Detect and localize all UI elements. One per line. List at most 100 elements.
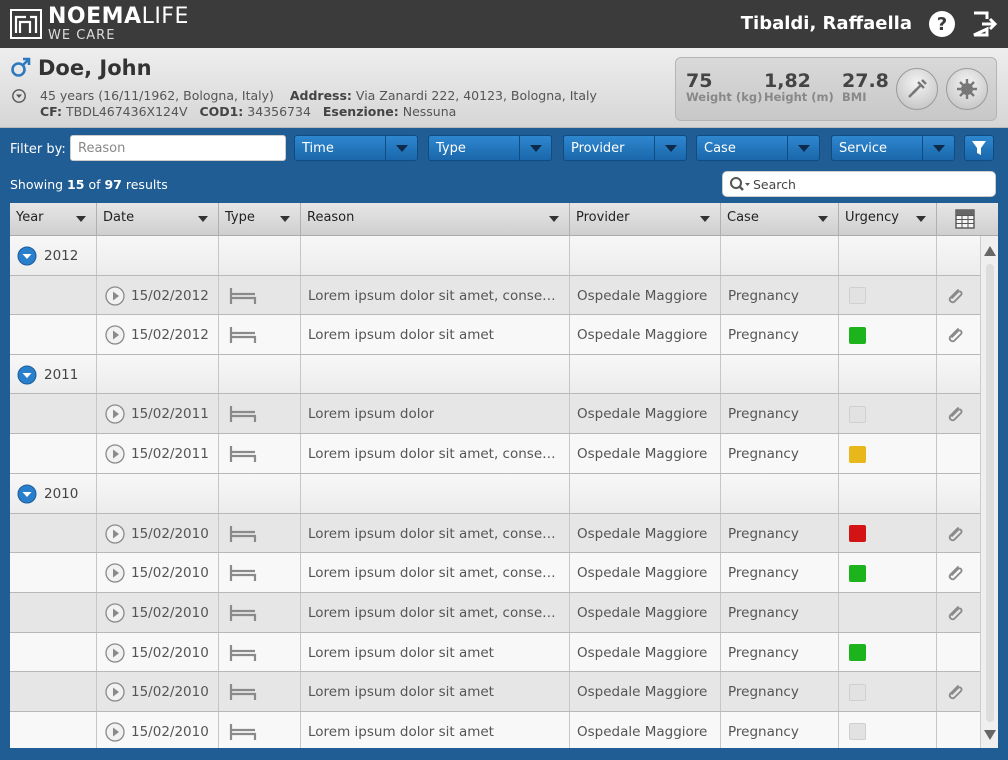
bed-icon xyxy=(229,288,257,304)
bed-icon xyxy=(229,724,257,740)
table-cell xyxy=(721,355,839,393)
table-cell xyxy=(839,236,937,275)
chevron-down-icon[interactable] xyxy=(17,246,37,266)
play-icon[interactable] xyxy=(105,524,125,544)
paperclip-icon[interactable] xyxy=(945,286,965,306)
cf-label: CF: xyxy=(40,104,63,119)
sort-arrow-icon xyxy=(549,216,559,222)
provider-dropdown[interactable]: Provider xyxy=(563,135,687,161)
search-input[interactable] xyxy=(753,175,989,193)
play-icon[interactable] xyxy=(105,444,125,464)
patient-cod1: 34356734 xyxy=(247,104,311,119)
provider-value: Ospedale Maggiore xyxy=(577,288,708,304)
table-row[interactable]: 15/02/2010 Lorem ipsum dolor sit amet Ospe… xyxy=(10,672,980,712)
bed-icon xyxy=(229,645,257,661)
time-dropdown[interactable]: Time xyxy=(294,135,418,161)
play-icon[interactable] xyxy=(105,325,125,345)
paperclip-icon[interactable] xyxy=(945,325,965,345)
provider-value: Ospedale Maggiore xyxy=(577,406,708,422)
paperclip-icon[interactable] xyxy=(945,682,965,702)
urgency-indicator xyxy=(849,287,866,304)
table-cell xyxy=(839,315,937,354)
user-name[interactable]: Tibaldi, Raffaella xyxy=(741,13,912,34)
logout-icon[interactable] xyxy=(970,10,998,38)
table-row[interactable]: 15/02/2010 Lorem ipsum dolor sit amet, co… xyxy=(10,593,980,633)
search-box[interactable] xyxy=(722,171,996,197)
table-row[interactable]: 15/02/2012 Lorem ipsum dolor sit amet, co… xyxy=(10,276,980,315)
column-header-provider[interactable]: Provider xyxy=(570,203,721,236)
table-row[interactable]: 15/02/2010 Lorem ipsum dolor sit amet, co… xyxy=(10,514,980,553)
column-header-date[interactable]: Date xyxy=(97,203,219,236)
table-row[interactable]: 15/02/2012 Lorem ipsum dolor sit amet Ospe… xyxy=(10,315,980,355)
scroll-down-icon[interactable] xyxy=(983,728,997,742)
table-cell xyxy=(10,276,97,314)
vertical-scrollbar[interactable] xyxy=(980,236,998,748)
table-cell xyxy=(219,236,301,275)
help-icon[interactable]: ? xyxy=(928,10,956,38)
reason-value: Lorem ipsum dolor sit amet xyxy=(308,684,494,700)
reason-value: Lorem ipsum dolor sit amet xyxy=(308,724,494,740)
allergy-button[interactable] xyxy=(946,68,988,110)
paperclip-icon[interactable] xyxy=(945,524,965,544)
column-chooser-button[interactable] xyxy=(937,203,998,236)
table-cell xyxy=(10,712,97,748)
play-icon[interactable] xyxy=(105,643,125,663)
chevron-down-icon xyxy=(922,136,954,160)
bed-icon xyxy=(229,327,257,343)
column-header-reason[interactable]: Reason xyxy=(301,203,570,236)
play-icon[interactable] xyxy=(105,722,125,742)
paperclip-icon[interactable] xyxy=(945,563,965,583)
column-header-year[interactable]: Year xyxy=(10,203,97,236)
scrollbar-thumb[interactable] xyxy=(986,264,994,722)
patient-esenzione: Nessuna xyxy=(402,104,457,119)
reason-filter-input[interactable] xyxy=(70,135,286,161)
chevron-down-icon[interactable] xyxy=(17,484,37,504)
play-icon[interactable] xyxy=(105,603,125,623)
paperclip-icon[interactable] xyxy=(945,404,965,424)
date-value: 15/02/2011 xyxy=(131,406,209,422)
vital-bmi: 27.8 BMI xyxy=(842,70,889,104)
play-icon[interactable] xyxy=(105,404,125,424)
chevron-down-icon[interactable] xyxy=(12,89,26,103)
chevron-down-icon[interactable] xyxy=(17,365,37,385)
paperclip-icon[interactable] xyxy=(945,603,965,623)
table-cell xyxy=(301,474,570,513)
reason-value: Lorem ipsum dolor sit amet, consectetur xyxy=(308,526,563,542)
play-icon[interactable] xyxy=(105,682,125,702)
type-dropdown[interactable]: Type xyxy=(428,135,552,161)
syringe-button[interactable] xyxy=(896,68,938,110)
play-icon[interactable] xyxy=(105,286,125,306)
table-cell: Lorem ipsum dolor sit amet, consectetur xyxy=(301,553,570,592)
table-row[interactable]: 15/02/2010 Lorem ipsum dolor sit amet Ospe… xyxy=(10,633,980,672)
service-dropdown[interactable]: Service xyxy=(831,135,955,161)
group-row[interactable]: 2012 xyxy=(10,236,980,276)
apply-filter-button[interactable] xyxy=(964,135,994,161)
table-cell xyxy=(301,236,570,275)
play-icon[interactable] xyxy=(105,563,125,583)
patient-codes-line: CF: TBDL467436X124V COD1: 34356734 Esenz… xyxy=(40,104,456,119)
column-header-urgency[interactable]: Urgency xyxy=(839,203,937,236)
group-row[interactable]: 2011 xyxy=(10,355,980,394)
scroll-up-icon[interactable] xyxy=(983,244,997,258)
case-value: Pregnancy xyxy=(728,684,799,700)
column-header-type[interactable]: Type xyxy=(219,203,301,236)
table-row[interactable]: 15/02/2011 Lorem ipsum dolor sit amet, co… xyxy=(10,434,980,474)
funnel-icon xyxy=(972,141,986,155)
group-row[interactable]: 2010 xyxy=(10,474,980,514)
reason-value: Lorem ipsum dolor sit amet, consectetur xyxy=(308,446,563,462)
table-cell xyxy=(937,553,980,592)
table-cell xyxy=(219,276,301,314)
date-value: 15/02/2010 xyxy=(131,605,209,621)
table-cell: Pregnancy xyxy=(721,633,839,671)
table-cell xyxy=(937,276,980,314)
table-row[interactable]: 15/02/2011 Lorem ipsum dolor Ospedale Magg… xyxy=(10,394,980,434)
search-icon xyxy=(730,177,750,191)
table-cell xyxy=(219,593,301,632)
table-row[interactable]: 15/02/2010 Lorem ipsum dolor sit amet Ospe… xyxy=(10,712,980,748)
case-dropdown[interactable]: Case xyxy=(696,135,820,161)
table-row[interactable]: 15/02/2010 Lorem ipsum dolor sit amet, co… xyxy=(10,553,980,593)
column-header-case[interactable]: Case xyxy=(721,203,839,236)
table-cell: Ospedale Maggiore xyxy=(570,553,721,592)
table-cell: Pregnancy xyxy=(721,394,839,433)
table-cell xyxy=(10,553,97,592)
